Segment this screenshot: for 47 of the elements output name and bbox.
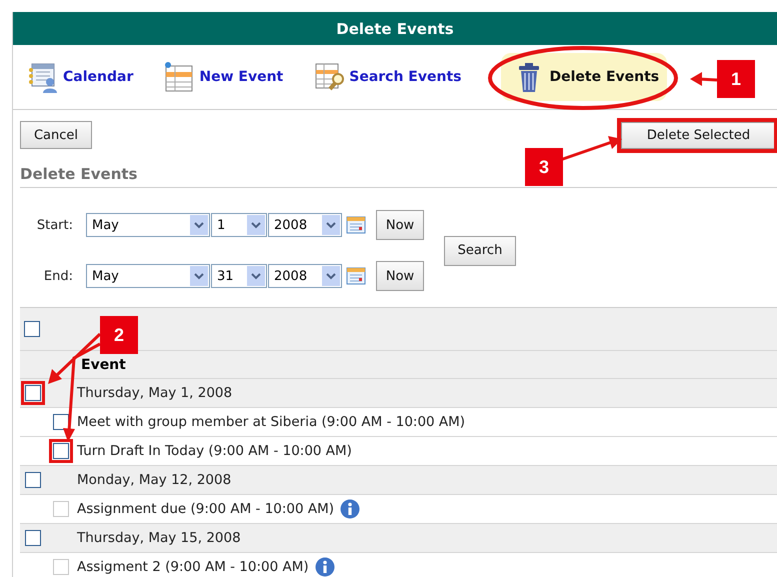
callout-number: 3	[525, 148, 563, 186]
table-magnifier-icon	[313, 61, 346, 93]
checkbox[interactable]	[25, 385, 41, 401]
day-dropdown[interactable]: 31	[211, 264, 267, 288]
toolbar-tab[interactable]: New Event	[155, 55, 292, 99]
cancel-button[interactable]: Cancel	[20, 121, 92, 149]
delete-selected-button[interactable]: Delete Selected	[621, 122, 776, 148]
field-label: Start:	[36, 218, 73, 232]
field-label: End:	[42, 268, 73, 284]
event-label: Assignment due (9:00 AM - 10:00 AM)	[77, 501, 334, 517]
callout-number: 1	[717, 60, 755, 98]
calendar-icon	[27, 61, 59, 93]
now-button[interactable]: Now	[376, 261, 424, 291]
now-button[interactable]: Now	[376, 210, 424, 240]
chevron-icon	[247, 266, 265, 286]
table-icon	[163, 61, 196, 93]
date-label: Thursday, May 15, 2008	[77, 530, 241, 546]
month-dropdown[interactable]: May	[86, 264, 210, 288]
callout-arrow	[690, 72, 718, 86]
column-header: Event	[81, 356, 126, 372]
year-dropdown[interactable]: 2008	[268, 264, 342, 288]
event-label: Meet with group member at Siberia (9:00 AM - 10:00 AM)	[77, 414, 466, 430]
toolbar-tab[interactable]: Delete Events	[501, 53, 668, 101]
checkbox[interactable]	[53, 414, 69, 430]
chevron-icon	[190, 266, 208, 286]
checkbox[interactable]	[25, 530, 41, 546]
day-dropdown[interactable]: 1	[211, 213, 267, 237]
search-button[interactable]: Search	[444, 236, 516, 266]
checkbox[interactable]	[53, 443, 69, 459]
select-all-checkbox[interactable]	[24, 321, 40, 337]
callout-number: 2	[100, 316, 138, 354]
date-label: Monday, May 12, 2008	[77, 472, 232, 488]
chevron-icon	[322, 266, 340, 286]
toolbar-tab[interactable]: Search Events	[305, 55, 470, 99]
page-title: Delete Events	[336, 20, 454, 38]
calendar-icon[interactable]	[346, 215, 366, 235]
event-label: Turn Draft In Today (9:00 AM - 10:00 AM)	[77, 443, 352, 459]
date-label: Thursday, May 1, 2008	[77, 385, 232, 401]
calendar-icon[interactable]	[346, 266, 366, 286]
chevron-icon	[190, 215, 208, 235]
chevron-icon	[322, 215, 340, 235]
toolbar-tab[interactable]: Calendar	[19, 55, 142, 99]
chevron-icon	[247, 215, 265, 235]
checkbox[interactable]	[25, 472, 41, 488]
event-label: Assigment 2 (9:00 AM - 10:00 AM)	[77, 559, 309, 575]
year-dropdown[interactable]: 2008	[268, 213, 342, 237]
month-dropdown[interactable]: May	[86, 213, 210, 237]
